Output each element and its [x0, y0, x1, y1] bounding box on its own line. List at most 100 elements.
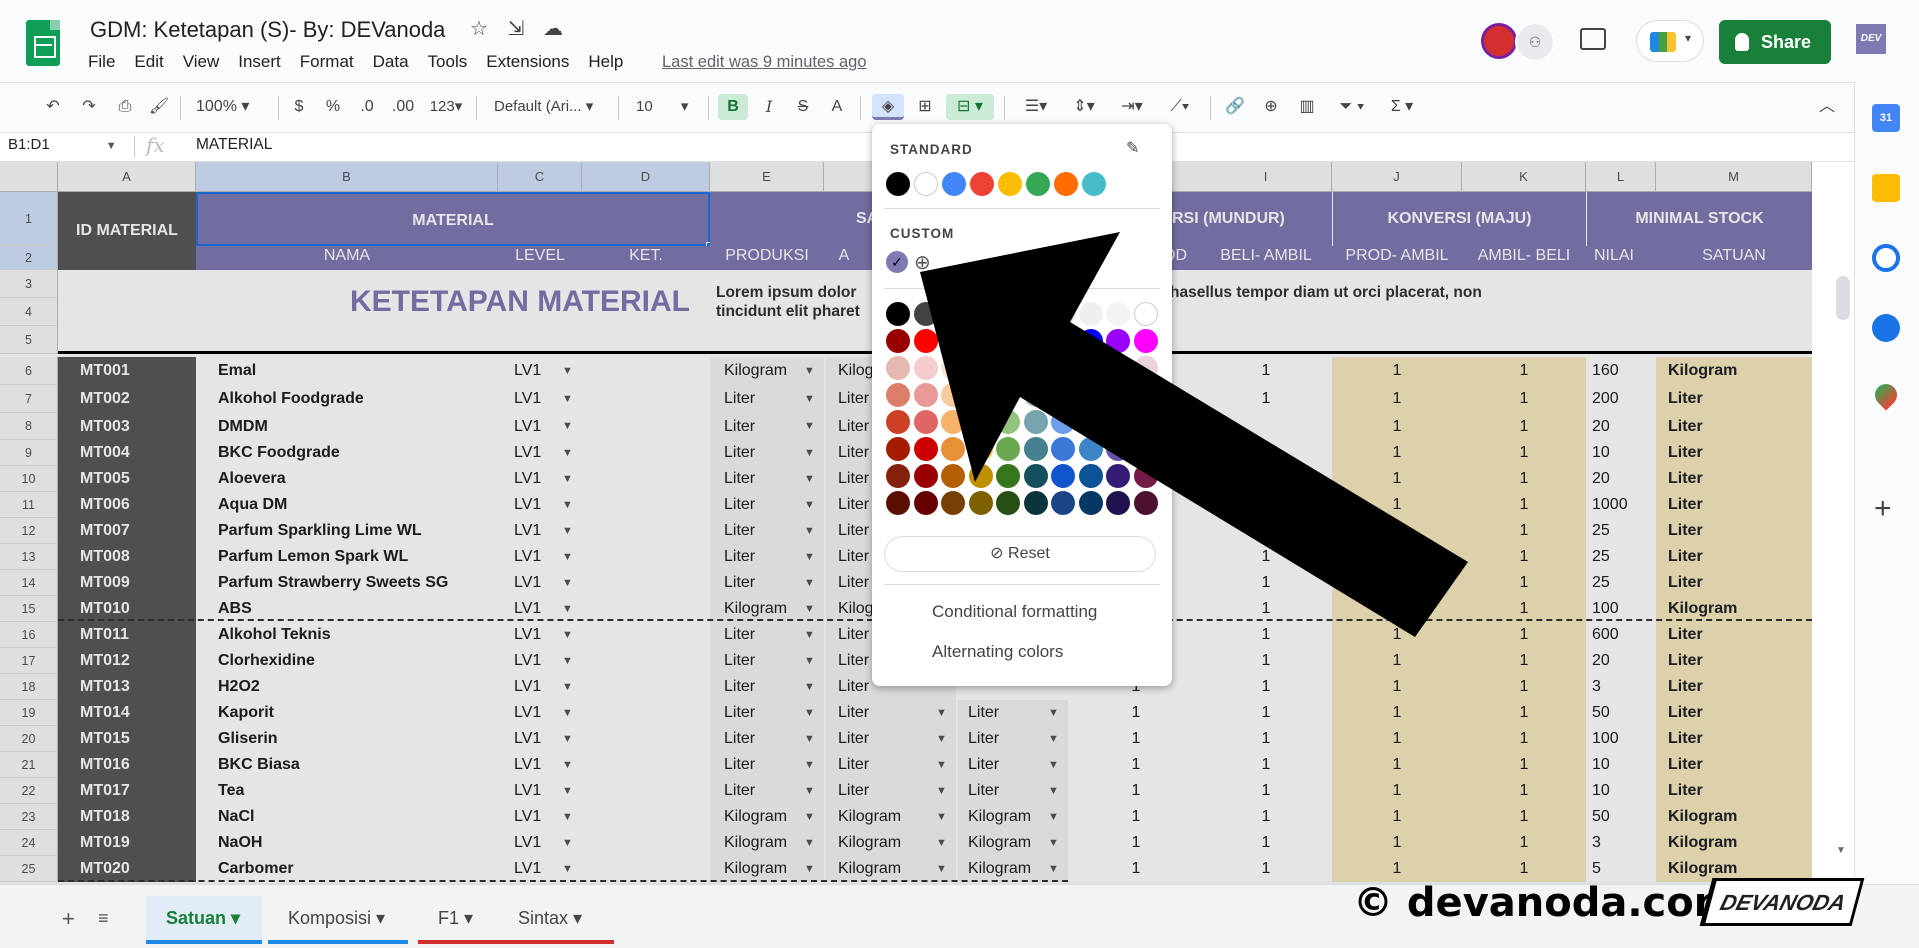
merge-cells-icon[interactable]: ⊟ ▾	[946, 94, 994, 120]
row-header[interactable]: 6	[0, 357, 58, 385]
add-sheet-icon[interactable]: +	[62, 906, 75, 932]
cell-produksi[interactable]: Liter	[724, 648, 755, 674]
cell-nilai[interactable]: 3	[1592, 674, 1601, 700]
cell-nilai[interactable]: 20	[1592, 413, 1610, 440]
cell-id-material[interactable]: MT007	[58, 518, 196, 544]
cell-satuan-a[interactable]: Liter	[838, 518, 869, 544]
cell-level[interactable]: LV1	[514, 466, 541, 492]
cell-satuan-stock[interactable]: Liter	[1668, 440, 1703, 466]
menu-data[interactable]: Data	[373, 52, 409, 72]
cell-konversi-i[interactable]: 1	[1200, 726, 1332, 752]
strikethrough-button[interactable]: S	[790, 94, 816, 120]
column-header-c[interactable]: C	[498, 162, 582, 192]
standard-color-swatch[interactable]	[970, 172, 994, 196]
standard-color-swatch[interactable]	[1082, 172, 1106, 196]
header-id-material[interactable]: ID MATERIAL	[58, 192, 196, 270]
cell-level[interactable]: LV1	[514, 518, 541, 544]
cell-prod-ambil[interactable]: 1	[1332, 856, 1462, 882]
dropdown-arrow-icon[interactable]: ▼	[562, 413, 573, 440]
decrease-decimal-button[interactable]: .0	[352, 94, 382, 120]
row-header[interactable]: 22	[0, 778, 58, 804]
cell-ambil-beli[interactable]: 1	[1462, 674, 1586, 700]
cell-konversi-h[interactable]: 1	[1070, 726, 1202, 752]
cell-level[interactable]: LV1	[514, 700, 541, 726]
dropdown-arrow-icon[interactable]: ▼	[804, 518, 815, 544]
font-size-select[interactable]: 10 ▾	[636, 94, 700, 120]
standard-color-swatch[interactable]	[1026, 172, 1050, 196]
cell-satuan-b[interactable]: Liter	[968, 752, 999, 778]
row-header[interactable]: 23	[0, 804, 58, 830]
palette-color-swatch[interactable]	[886, 383, 910, 407]
dropdown-arrow-icon[interactable]: ▼	[562, 830, 573, 856]
dropdown-arrow-icon[interactable]: ▼	[804, 648, 815, 674]
dropdown-arrow-icon[interactable]: ▼	[1048, 778, 1059, 804]
cell-satuan-stock[interactable]: Liter	[1668, 726, 1703, 752]
standard-color-swatch[interactable]	[1054, 172, 1078, 196]
palette-color-swatch[interactable]	[886, 410, 910, 434]
cell-level[interactable]: LV1	[514, 622, 541, 648]
menu-format[interactable]: Format	[300, 52, 354, 72]
cell-satuan-stock[interactable]: Liter	[1668, 752, 1703, 778]
row-header[interactable]: 3	[0, 270, 58, 298]
standard-color-swatch[interactable]	[886, 172, 910, 196]
cell-nilai[interactable]: 50	[1592, 804, 1610, 830]
dropdown-arrow-icon[interactable]: ▼	[936, 830, 947, 856]
menu-help[interactable]: Help	[588, 52, 623, 72]
palette-color-swatch[interactable]	[886, 329, 910, 353]
cell-nama[interactable]: Gliserin	[218, 726, 278, 752]
all-sheets-icon[interactable]: ≡	[98, 908, 109, 929]
cell-satuan-a[interactable]: Liter	[838, 570, 869, 596]
row-header[interactable]: 8	[0, 413, 58, 440]
column-header-d[interactable]: D	[582, 162, 710, 192]
cell-id-material[interactable]: MT002	[58, 385, 196, 413]
cell-prod-ambil[interactable]: 1	[1332, 752, 1462, 778]
custom-color-swatch[interactable]: ✓	[886, 251, 908, 273]
dropdown-arrow-icon[interactable]: ▼	[562, 648, 573, 674]
vertical-scrollbar[interactable]	[1836, 276, 1850, 320]
row-header[interactable]: 24	[0, 830, 58, 856]
row-header[interactable]: 1	[0, 192, 58, 246]
cell-satuan-a[interactable]: Kilogram	[838, 804, 901, 830]
cell-nama[interactable]: Parfum Strawberry Sweets SG	[218, 570, 448, 596]
cell-satuan-b[interactable]: Liter	[968, 726, 999, 752]
cell-nilai[interactable]: 600	[1592, 622, 1619, 648]
cell-konversi-h[interactable]: 1	[1070, 804, 1202, 830]
last-edit-link[interactable]: Last edit was 9 minutes ago	[662, 53, 867, 72]
cell-prod-ambil[interactable]: 1	[1332, 804, 1462, 830]
cell-ambil-beli[interactable]: 1	[1462, 700, 1586, 726]
cell-id-material[interactable]: MT016	[58, 752, 196, 778]
cell-nama[interactable]: Aloevera	[218, 466, 286, 492]
cell-nilai[interactable]: 100	[1592, 726, 1619, 752]
paint-format-icon[interactable]: 🖌	[146, 94, 172, 120]
collapse-toolbar-icon[interactable]: ︿	[1814, 94, 1840, 120]
cell-konversi-i[interactable]: 1	[1200, 700, 1332, 726]
dropdown-arrow-icon[interactable]: ▼	[804, 357, 815, 385]
bold-button[interactable]: B	[718, 94, 748, 120]
cell-produksi[interactable]: Liter	[724, 492, 755, 518]
cell-satuan-a[interactable]: Liter	[838, 726, 869, 752]
dropdown-arrow-icon[interactable]: ▼	[562, 700, 573, 726]
subheader-level[interactable]: LEVEL	[498, 247, 582, 269]
cell-satuan-stock[interactable]: Liter	[1668, 492, 1703, 518]
tab-komposisi[interactable]: Komposisi ▾	[268, 896, 408, 944]
row-header[interactable]: 15	[0, 596, 58, 622]
subheader-satuan[interactable]: SATUAN	[1656, 247, 1812, 269]
cell-satuan-a[interactable]: Kilogram	[838, 856, 901, 882]
scroll-down-icon[interactable]: ▼	[1836, 845, 1850, 859]
cell-ambil-beli[interactable]: 1	[1462, 778, 1586, 804]
row-header[interactable]: 12	[0, 518, 58, 544]
cell-id-material[interactable]: MT008	[58, 544, 196, 570]
calendar-icon[interactable]: 31	[1872, 104, 1900, 132]
dropdown-arrow-icon[interactable]: ▼	[804, 752, 815, 778]
text-wrap-icon[interactable]: ⇥▾	[1112, 94, 1152, 120]
text-rotation-icon[interactable]: ⟋▾	[1160, 94, 1200, 120]
cell-level[interactable]: LV1	[514, 804, 541, 830]
row-header[interactable]: 25	[0, 856, 58, 882]
cell-level[interactable]: LV1	[514, 778, 541, 804]
cell-konversi-i[interactable]: 1	[1200, 752, 1332, 778]
row-header[interactable]: 14	[0, 570, 58, 596]
dropdown-arrow-icon[interactable]: ▼	[804, 466, 815, 492]
dropdown-arrow-icon[interactable]: ▼	[804, 385, 815, 413]
borders-icon[interactable]: ⊞	[912, 94, 938, 120]
cell-nilai[interactable]: 5	[1592, 856, 1601, 882]
